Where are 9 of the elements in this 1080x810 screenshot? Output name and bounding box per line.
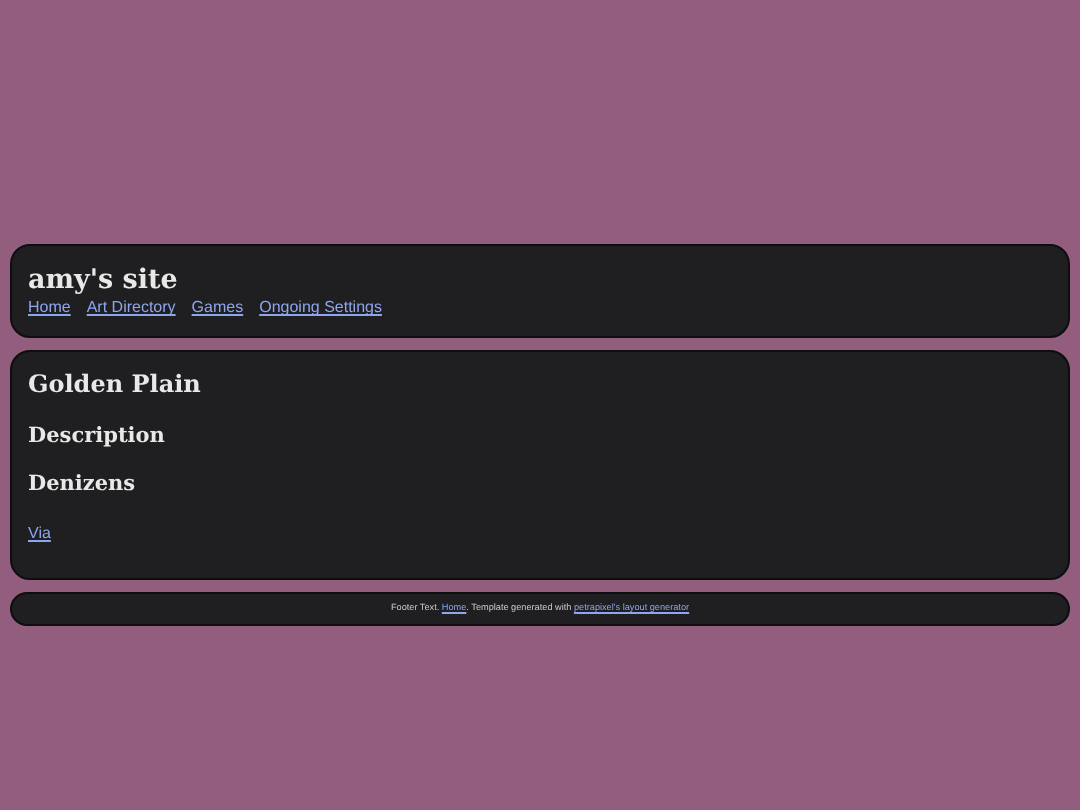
- page-title: Golden Plain: [28, 370, 203, 400]
- site-title: amy's site: [28, 264, 180, 297]
- section-heading: Denizens: [28, 472, 138, 498]
- nav-link[interactable]: Home: [28, 296, 71, 321]
- denizen-link[interactable]: Via: [28, 523, 51, 542]
- nav-link[interactable]: Games: [191, 296, 244, 321]
- nav-link[interactable]: Art Directory: [86, 296, 176, 321]
- section-heading: Description: [28, 423, 167, 449]
- nav-link[interactable]: Ongoing Settings: [259, 296, 382, 321]
